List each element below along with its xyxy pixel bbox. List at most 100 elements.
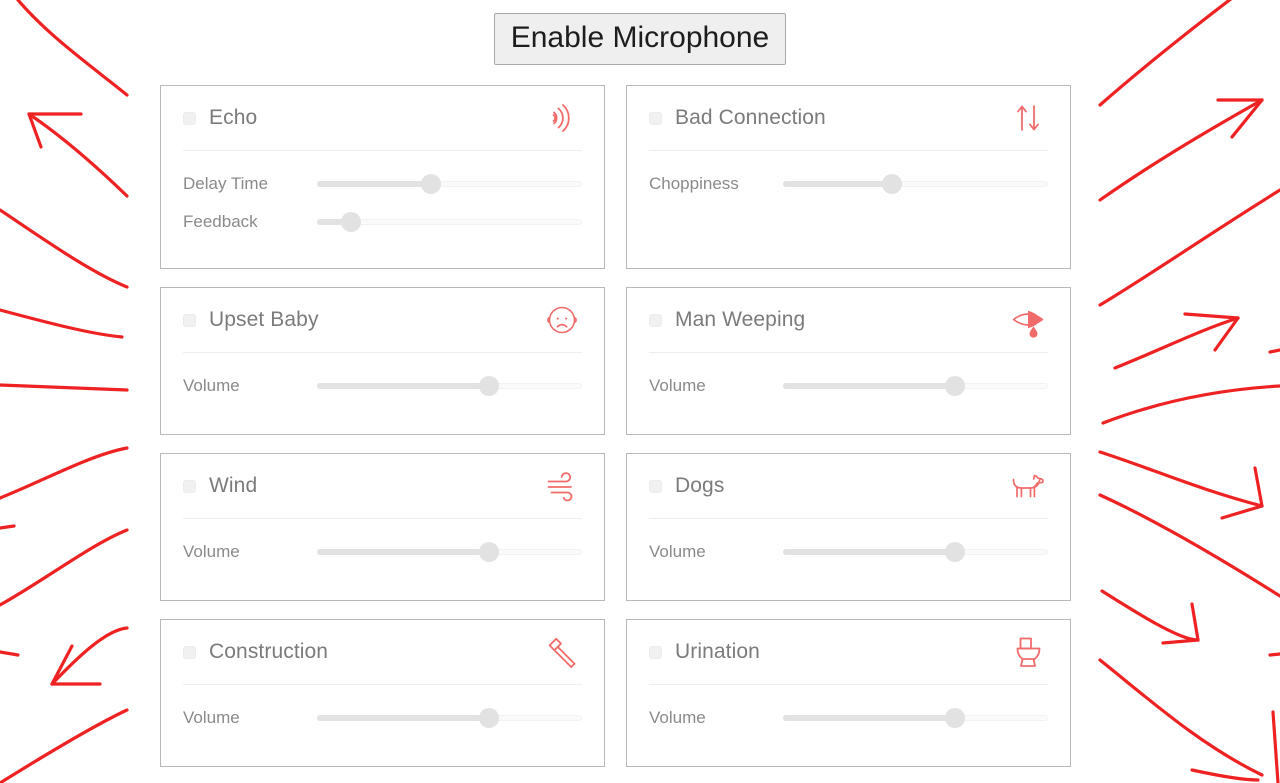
- slider-echo-feedback[interactable]: [317, 212, 582, 232]
- card-title-upset-baby: Upset Baby: [209, 308, 319, 331]
- slider-upset-baby-volume[interactable]: [317, 376, 582, 396]
- doodle-line: [27, 112, 129, 198]
- checkbox-wind[interactable]: [183, 479, 196, 493]
- slider-row-echo-0: Delay Time: [183, 165, 582, 203]
- card-controls-echo: Delay Time Feedback: [183, 151, 582, 241]
- slider-label: Feedback: [183, 212, 258, 231]
- echo-waves-icon: [542, 98, 582, 138]
- card-header-left: Dogs: [649, 474, 724, 498]
- slider-dogs-volume[interactable]: [783, 542, 1048, 562]
- effect-card-man-weeping: Man Weeping Volume: [626, 287, 1071, 435]
- doodle-arrow-head: [27, 112, 43, 149]
- effect-card-bad-connection: Bad Connection Choppiness: [626, 85, 1071, 269]
- doodle-arrow-head: [1190, 602, 1200, 642]
- slider-fill: [783, 181, 892, 187]
- doodle-arrow-head: [1213, 316, 1240, 352]
- enable-microphone-button[interactable]: Enable Microphone: [493, 13, 787, 65]
- card-header-left: Urination: [649, 640, 760, 664]
- doodle-line: [1098, 658, 1264, 777]
- card-header-left: Wind: [183, 474, 257, 498]
- slider-fill: [317, 549, 490, 555]
- doodle-arrow-head: [1161, 638, 1200, 645]
- checkbox-construction[interactable]: [183, 645, 196, 659]
- doodle-line: [1098, 493, 1280, 598]
- slider-thumb[interactable]: [881, 174, 902, 194]
- slider-construction-volume[interactable]: [317, 708, 582, 728]
- doodle-arrow-head: [50, 644, 74, 686]
- slider-row-bad-connection-0: Choppiness: [649, 165, 1048, 203]
- effect-card-echo: Echo Delay Time Feedback: [160, 85, 605, 269]
- slider-row-man-weeping-0: Volume: [649, 367, 1048, 405]
- checkbox-dogs[interactable]: [649, 479, 662, 493]
- header-bar: Enable Microphone: [0, 0, 1280, 78]
- card-header-wind: Wind: [183, 454, 582, 519]
- doodle-line: [0, 650, 20, 657]
- card-header-dogs: Dogs: [649, 454, 1048, 519]
- effect-card-urination: Urination Volume: [626, 619, 1071, 767]
- card-header-left: Echo: [183, 106, 257, 130]
- doodle-arrow-head: [1183, 312, 1240, 320]
- checkbox-echo[interactable]: [183, 111, 196, 125]
- effect-card-wind: Wind Volume: [160, 453, 605, 601]
- checkbox-upset-baby[interactable]: [183, 313, 196, 327]
- checkbox-man-weeping[interactable]: [649, 313, 662, 327]
- slider-label: Volume: [183, 376, 240, 395]
- slider-label: Volume: [649, 708, 706, 727]
- slider-thumb[interactable]: [341, 212, 362, 232]
- slider-label: Choppiness: [649, 174, 739, 193]
- slider-label: Volume: [183, 542, 240, 561]
- card-title-construction: Construction: [209, 640, 329, 663]
- doodle-line: [0, 708, 129, 783]
- slider-thumb[interactable]: [420, 174, 441, 194]
- slider-row-upset-baby-0: Volume: [183, 367, 582, 405]
- crying-eye-icon: [1008, 300, 1048, 340]
- slider-echo-delay-time[interactable]: [317, 174, 582, 194]
- card-title-urination: Urination: [675, 640, 760, 663]
- up-down-arrows-icon: [1008, 98, 1048, 138]
- card-header-left: Upset Baby: [183, 308, 319, 332]
- doodle-line: [0, 524, 16, 530]
- card-controls-urination: Volume: [649, 685, 1048, 737]
- slider-thumb[interactable]: [945, 708, 966, 728]
- card-header-echo: Echo: [183, 86, 582, 151]
- slider-thumb[interactable]: [479, 542, 500, 562]
- wind-icon: [542, 466, 582, 506]
- effect-card-construction: Construction Volume: [160, 619, 605, 767]
- doodle-line: [1098, 450, 1264, 508]
- slider-thumb[interactable]: [479, 376, 500, 396]
- doodle-line: [0, 383, 129, 392]
- card-header-upset-baby: Upset Baby: [183, 288, 582, 353]
- slider-fill: [317, 715, 490, 721]
- doodle-line: [1098, 98, 1264, 202]
- card-controls-dogs: Volume: [649, 519, 1048, 571]
- checkbox-bad-connection[interactable]: [649, 111, 662, 125]
- slider-fill: [317, 383, 490, 389]
- slider-label: Volume: [649, 376, 706, 395]
- slider-wind-volume[interactable]: [317, 542, 582, 562]
- hammer-icon: [542, 632, 582, 672]
- card-title-bad-connection: Bad Connection: [675, 106, 826, 129]
- doodle-line: [0, 446, 129, 500]
- slider-fill: [317, 181, 431, 187]
- slider-bad-connection-choppiness[interactable]: [783, 174, 1048, 194]
- slider-fill: [783, 715, 956, 721]
- slider-row-construction-0: Volume: [183, 699, 582, 737]
- slider-thumb[interactable]: [945, 376, 966, 396]
- slider-label: Volume: [183, 708, 240, 727]
- slider-thumb[interactable]: [479, 708, 500, 728]
- card-controls-upset-baby: Volume: [183, 353, 582, 405]
- slider-row-urination-0: Volume: [649, 699, 1048, 737]
- dog-icon: [1008, 466, 1048, 506]
- slider-thumb[interactable]: [945, 542, 966, 562]
- card-header-urination: Urination: [649, 620, 1048, 685]
- doodle-arrow-head: [1220, 504, 1264, 520]
- slider-urination-volume[interactable]: [783, 708, 1048, 728]
- slider-row-dogs-0: Volume: [649, 533, 1048, 571]
- slider-man-weeping-volume[interactable]: [783, 376, 1048, 396]
- doodle-line: [1100, 589, 1200, 642]
- card-controls-construction: Volume: [183, 685, 582, 737]
- doodle-line: [0, 308, 124, 339]
- checkbox-urination[interactable]: [649, 645, 662, 659]
- card-header-left: Construction: [183, 640, 328, 664]
- doodle-line: [1113, 316, 1240, 370]
